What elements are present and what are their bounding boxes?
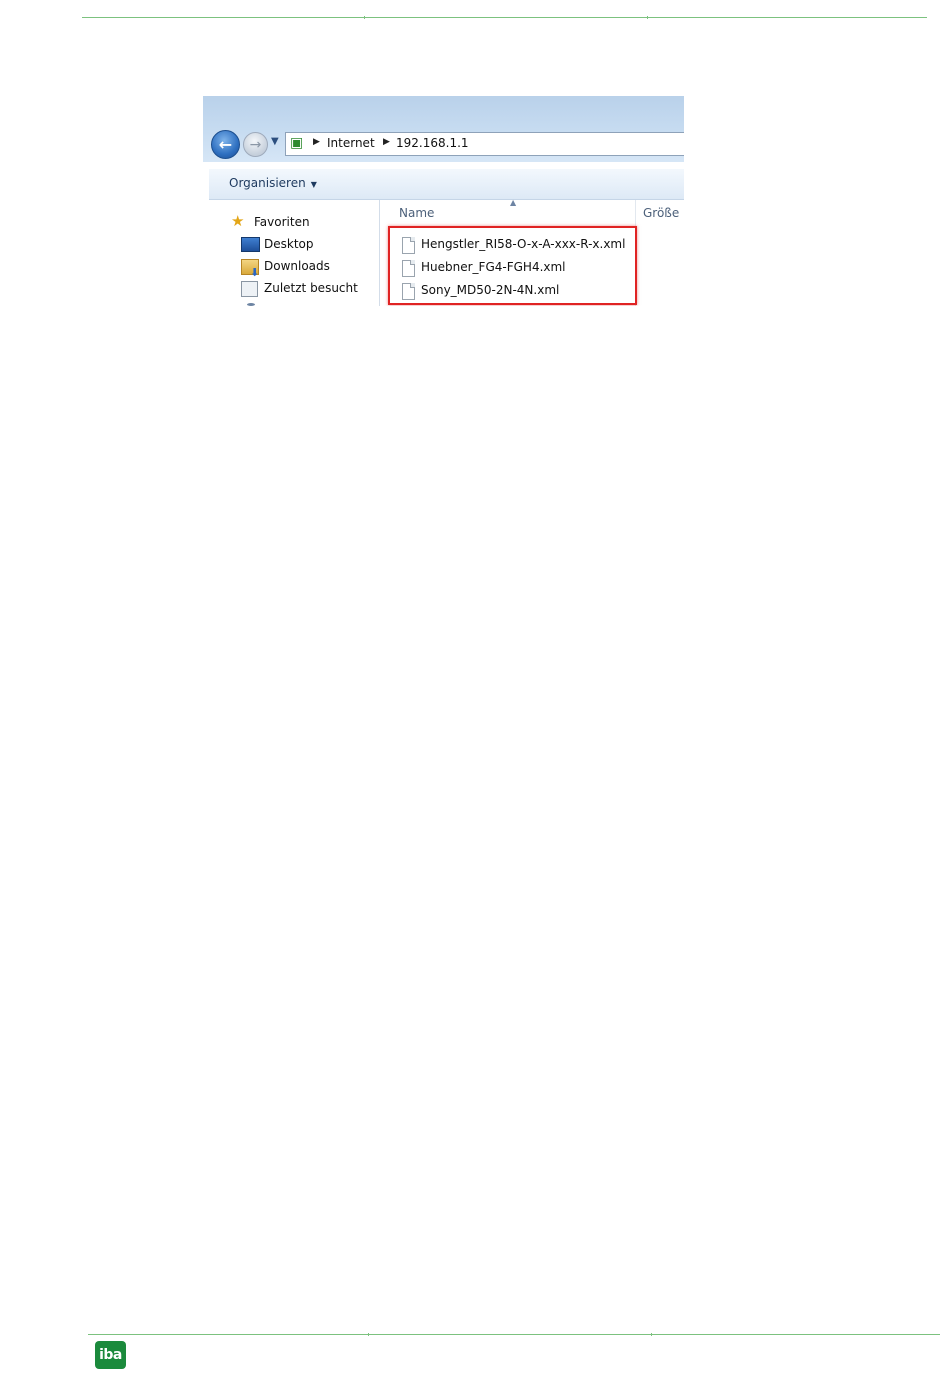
sort-ascending-icon: ▲ bbox=[510, 198, 517, 207]
column-header-size[interactable]: Größe bbox=[643, 206, 679, 220]
organize-button[interactable]: Organisieren ▼ bbox=[229, 176, 317, 190]
recent-places-icon bbox=[241, 281, 258, 297]
recent-pages-dropdown-icon[interactable]: ▼ bbox=[271, 136, 279, 147]
sidebar-item-label: Desktop bbox=[264, 237, 314, 251]
back-button[interactable]: ← bbox=[211, 130, 240, 159]
header-rule-tick bbox=[364, 16, 365, 19]
download-arrow-icon: ⬇ bbox=[250, 266, 260, 279]
desktop-icon bbox=[241, 237, 260, 252]
explorer-screenshot: ← → ▼ ▣ ▶ Internet ▶ 192.168.1.1 Organis… bbox=[203, 96, 684, 306]
pane-divider[interactable] bbox=[379, 200, 380, 306]
footer-rule-tick bbox=[651, 1333, 652, 1336]
header-rule-tick bbox=[647, 16, 648, 19]
sidebar-next-item-icon bbox=[247, 303, 255, 306]
iba-logo: iba bbox=[95, 1341, 126, 1369]
network-icon: ▣ bbox=[290, 135, 304, 151]
forward-button[interactable]: → bbox=[243, 132, 268, 157]
header-rule bbox=[82, 17, 927, 18]
highlight-box bbox=[388, 226, 637, 305]
star-icon: ★ bbox=[231, 212, 245, 230]
footer-rule-tick bbox=[368, 1333, 369, 1336]
back-arrow-icon: ← bbox=[218, 134, 233, 154]
chevron-down-icon: ▼ bbox=[310, 180, 317, 189]
footer-rule bbox=[88, 1334, 940, 1335]
address-bar[interactable]: ▣ ▶ Internet ▶ 192.168.1.1 bbox=[285, 132, 684, 156]
breadcrumb-internet[interactable]: Internet bbox=[327, 136, 375, 150]
sidebar-item-label: Downloads bbox=[264, 259, 330, 273]
forward-arrow-icon: → bbox=[249, 136, 262, 153]
breadcrumb-chevron-icon[interactable]: ▶ bbox=[313, 137, 320, 147]
column-header-name[interactable]: Name bbox=[399, 206, 434, 220]
organize-label: Organisieren bbox=[229, 176, 306, 190]
sidebar-item-label: Favoriten bbox=[254, 215, 310, 229]
breadcrumb-chevron-icon[interactable]: ▶ bbox=[383, 137, 390, 147]
breadcrumb-ip-address[interactable]: 192.168.1.1 bbox=[396, 136, 469, 150]
sidebar-item-label: Zuletzt besucht bbox=[264, 281, 358, 295]
